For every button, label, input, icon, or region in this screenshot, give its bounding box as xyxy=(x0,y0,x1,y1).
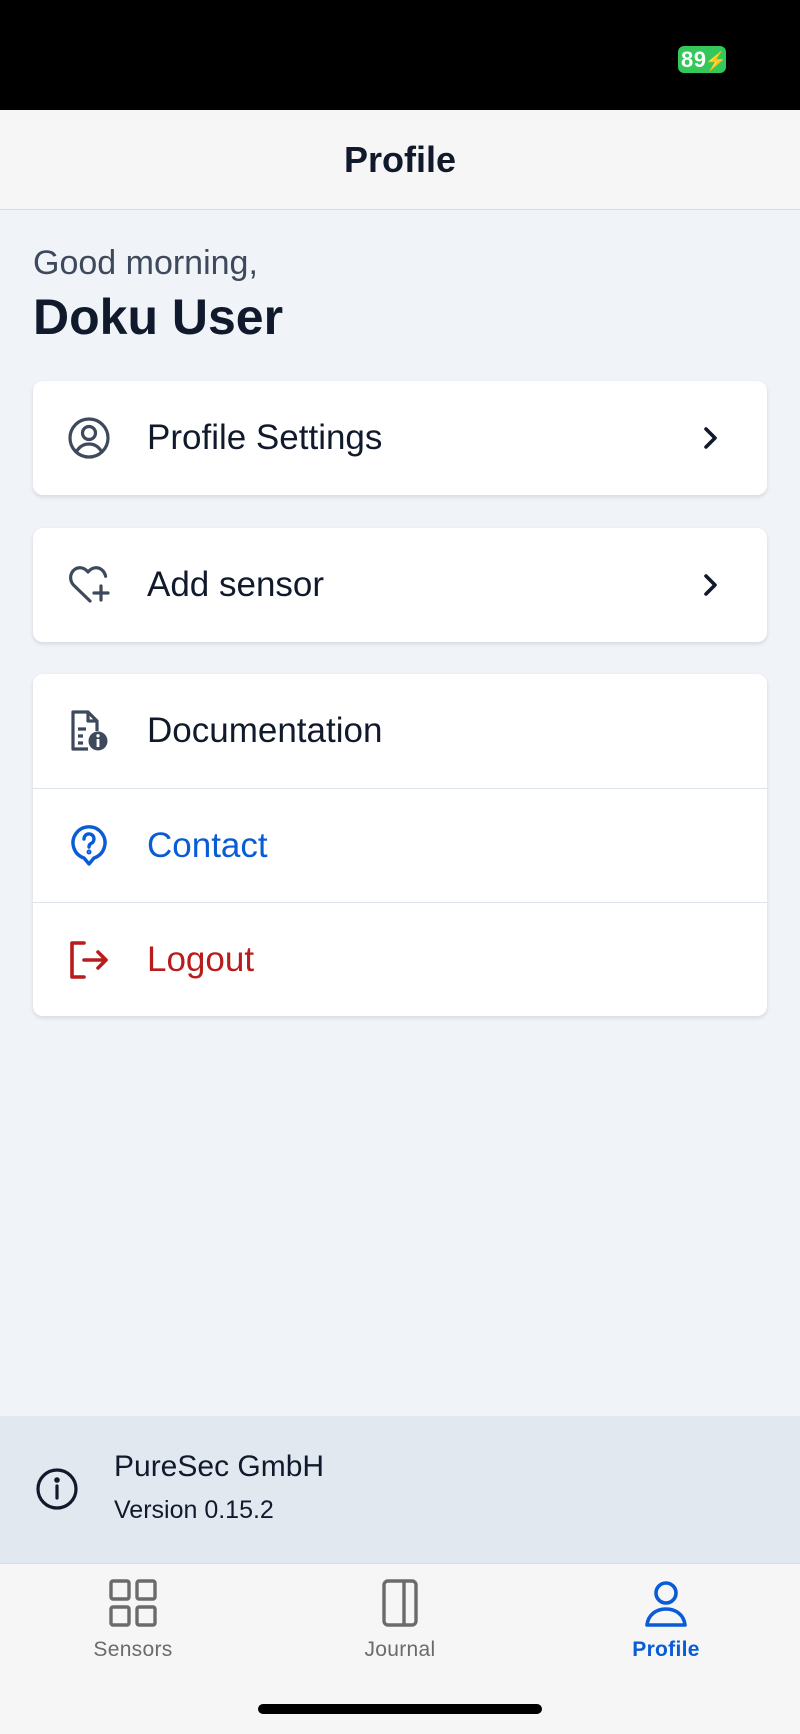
status-bar: 89⚡ xyxy=(0,0,800,110)
profile-settings-label: Profile Settings xyxy=(147,418,383,457)
heart-plus-icon xyxy=(66,562,112,608)
user-circle-icon xyxy=(66,415,112,461)
links-card: Documentation Contact Logout xyxy=(33,674,767,1016)
charging-bolt-icon: ⚡ xyxy=(704,51,728,71)
user-icon xyxy=(645,1581,687,1627)
profile-settings-card: Profile Settings xyxy=(33,381,767,495)
contact-label: Contact xyxy=(147,825,268,865)
top-app-bar: Profile xyxy=(0,110,800,210)
user-name: Doku User xyxy=(33,289,284,345)
page-title: Profile xyxy=(343,138,457,180)
documentation-row[interactable]: Documentation xyxy=(33,674,767,788)
tab-journal-label: Journal xyxy=(364,1638,436,1661)
tab-profile[interactable]: Profile xyxy=(596,1576,736,1662)
grid-icon xyxy=(109,1579,157,1627)
profile-settings-row[interactable]: Profile Settings xyxy=(33,381,767,495)
app-info-panel: PureSec GmbH Version 0.15.2 xyxy=(0,1416,800,1563)
add-sensor-label: Add sensor xyxy=(147,565,325,604)
add-sensor-card: Add sensor xyxy=(33,528,767,642)
add-sensor-row[interactable]: Add sensor xyxy=(33,528,767,642)
documentation-label: Documentation xyxy=(147,711,383,750)
logout-row[interactable]: Logout xyxy=(33,902,767,1016)
info-icon xyxy=(35,1467,79,1511)
help-bubble-icon xyxy=(66,823,112,869)
greeting-text: Good morning, xyxy=(33,244,258,282)
contact-row[interactable]: Contact xyxy=(33,788,767,902)
logout-label: Logout xyxy=(147,939,255,979)
tab-profile-label: Profile xyxy=(632,1638,700,1661)
book-icon xyxy=(382,1579,418,1627)
battery-level: 89 xyxy=(681,47,707,72)
tab-sensors[interactable]: Sensors xyxy=(63,1576,203,1662)
logout-icon xyxy=(66,937,112,983)
app-version: Version 0.15.2 xyxy=(114,1496,274,1524)
chevron-right-icon xyxy=(699,423,723,453)
document-info-icon xyxy=(66,708,112,754)
tab-sensors-label: Sensors xyxy=(93,1638,173,1661)
battery-indicator: 89⚡ xyxy=(678,46,728,73)
tab-journal[interactable]: Journal xyxy=(330,1576,470,1662)
home-indicator[interactable] xyxy=(258,1704,542,1714)
chevron-right-icon xyxy=(699,570,723,600)
company-name: PureSec GmbH xyxy=(114,1450,325,1483)
